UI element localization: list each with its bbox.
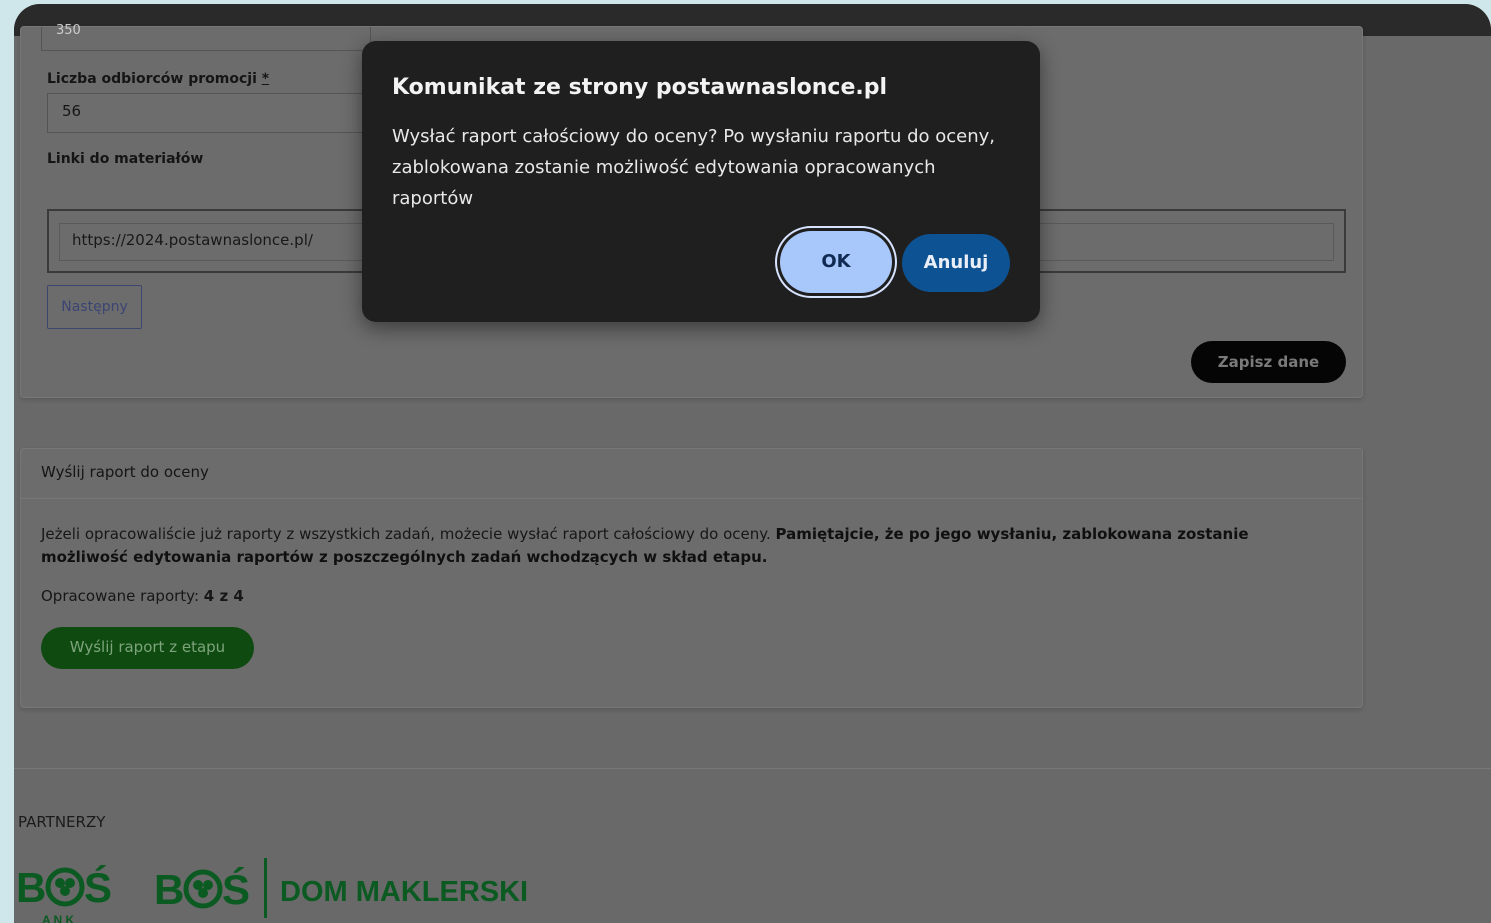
send-report-description: Jeżeli opracowaliście już raporty z wszy… (41, 523, 1331, 569)
dialog-message: Wysłać raport całościowy do oceny? Po wy… (392, 126, 996, 209)
previous-field-input[interactable]: 350 (41, 24, 371, 51)
dm-logo-s: Ś (222, 865, 250, 913)
bos-dom-maklerski-logo[interactable]: B Ś DOM MAKLERSKI (154, 854, 554, 920)
bos-logo-b: B (16, 864, 46, 911)
send-report-card: Wyślij raport do oceny Jeżeli opracowali… (20, 448, 1363, 708)
ok-button[interactable]: OK (780, 231, 892, 293)
dom-maklerski-text: DOM MAKLERSKI (280, 876, 528, 908)
logo-separator (264, 858, 267, 918)
reports-count: Opracowane raporty: 4 z 4 (41, 587, 244, 605)
bos-logo-s: Ś (84, 863, 112, 911)
links-label: Linki do materiałów (47, 151, 204, 167)
dialog-title: Komunikat ze strony postawnaslonce.pl (392, 75, 888, 100)
next-button[interactable]: Następny (47, 285, 142, 329)
footer-divider (14, 768, 1491, 769)
required-mark: * (261, 71, 270, 87)
partners-label: PARTNERZY (18, 813, 106, 831)
reports-count-value: 4 z 4 (203, 587, 244, 605)
recipients-label: Liczba odbiorców promocji * (47, 71, 269, 87)
confirm-dialog: Komunikat ze strony postawnaslonce.pl Wy… (362, 41, 1040, 322)
recipients-label-text: Liczba odbiorców promocji (47, 71, 262, 87)
bos-bank-logo[interactable]: B Ś A N K (16, 858, 126, 923)
dm-logo-b: B (154, 866, 184, 913)
recipients-input[interactable]: 56 (47, 93, 377, 133)
bank-text: A N K (42, 913, 75, 923)
send-report-header: Wyślij raport do oceny (21, 449, 1362, 499)
reports-count-label: Opracowane raporty: (41, 587, 204, 605)
save-button[interactable]: Zapisz dane (1191, 341, 1346, 383)
description-plain: Jeżeli opracowaliście już raporty z wszy… (41, 525, 776, 543)
send-report-button[interactable]: Wyślij raport z etapu (41, 627, 254, 669)
cancel-button[interactable]: Anuluj (902, 234, 1010, 292)
